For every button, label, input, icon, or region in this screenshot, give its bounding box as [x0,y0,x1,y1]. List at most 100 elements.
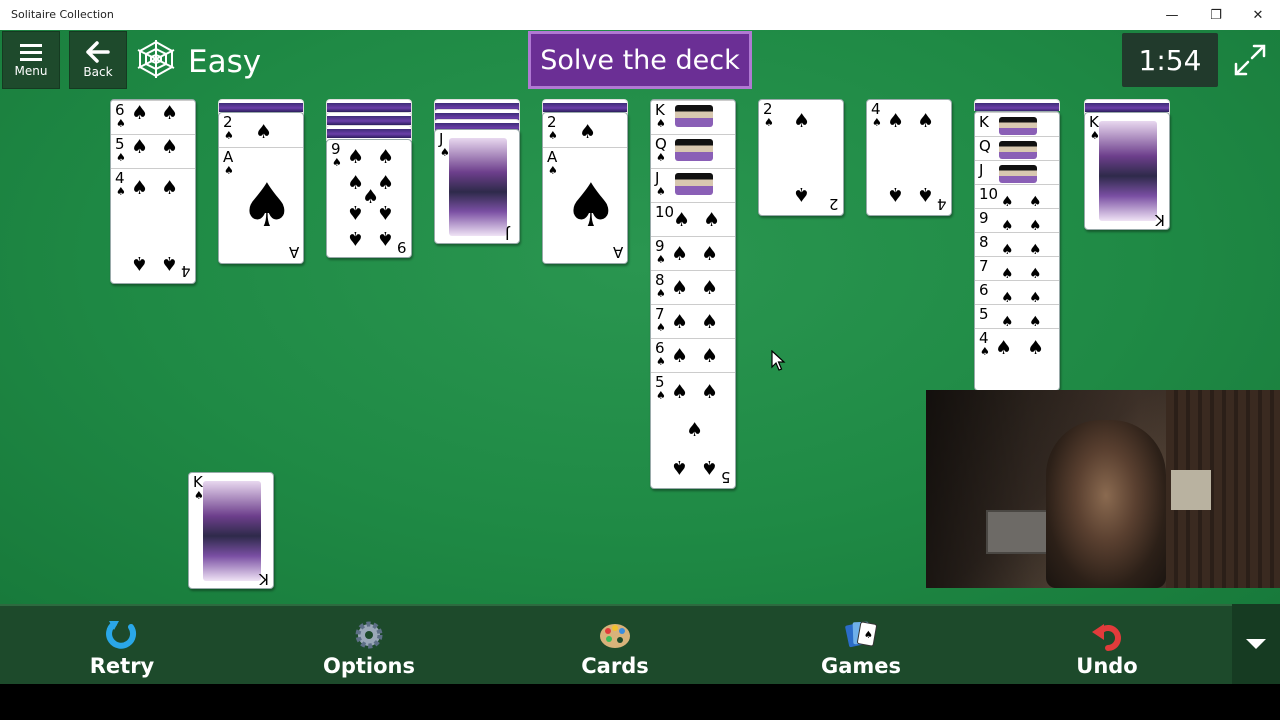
card-2-spades[interactable]: 2 ♠ ♠ ♠ 2 [759,100,843,215]
expand-icon[interactable] [1230,40,1270,80]
card-queen-spades[interactable]: Q ♠ [651,134,735,163]
card-7-spades[interactable]: 7 ♠ ♠ ♠ [651,304,735,333]
card-2-spades[interactable]: 2 ♠ ♠ A ♠ ♠ A [542,112,628,264]
card-rank: Q [979,137,991,155]
spade-pip-icon: ♠ [793,183,811,205]
retry-icon [106,621,136,649]
suit-icon: ♠ [656,321,666,334]
spade-pip-icon: ♠ [347,227,365,249]
tableau-column-1[interactable]: 6 ♠ ♠ ♠ 5 ♠ ♠ ♠ 4 ♠ ♠ ♠ ♠ ♠ 4 [110,99,196,284]
card-rank: 10 [979,185,999,203]
card-rank-inverted: 4 [937,195,947,213]
cards-button[interactable]: Cards [555,606,675,684]
card-rank: 9 [331,140,341,158]
card-4-spades[interactable]: 4 ♠ ♠ ♠ ♠ ♠ 4 [111,168,195,283]
card-rank-inverted: 5 [721,468,731,486]
palette-icon [600,624,630,648]
restore-button[interactable]: ❐ [1194,0,1238,30]
mouse-cursor-icon [771,350,786,371]
back-button[interactable]: Back [69,31,127,89]
options-button[interactable]: Options [309,606,429,684]
card-rank: 9 [655,237,665,255]
card-rank: 4 [115,169,125,187]
bottom-command-bar: Retry Options Cards ♠ Games Undo [0,604,1280,686]
spade-pip-icon: ♠ [131,102,149,124]
card-ace-spades[interactable]: A ♠ ♠ A [543,147,627,263]
cards-icon: ♠ [845,621,877,648]
minimize-button[interactable]: — [1150,0,1194,30]
challenge-banner: Solve the deck [528,31,752,89]
card-king-spades[interactable]: K ♠ [651,100,735,129]
close-button[interactable]: ✕ [1236,0,1280,30]
person [1046,420,1166,588]
card-9-spades[interactable]: 9 ♠ ♠ ♠ ♠ ♠ ♠ ♠ ♠ ♠ ♠ 9 [326,139,412,258]
games-button[interactable]: ♠ Games [801,606,921,684]
card-9-spades[interactable]: 9 ♠ ♠ ♠ [651,236,735,265]
card-9-spades[interactable]: 9 ♠ ♠ [975,208,1059,234]
spider-web-icon [137,40,175,78]
card-8-spades[interactable]: 8 ♠ ♠ [975,232,1059,258]
card-queen-spades[interactable]: Q [975,136,1059,160]
card-jack-spades[interactable]: J [975,160,1059,184]
card-5-spades[interactable]: 5 ♠ ♠ ♠ [111,134,195,163]
card-jack-spades[interactable]: J ♠ J [434,129,520,244]
spade-pip-icon: ♠ [131,252,149,274]
restore-icon: ❐ [1210,7,1222,23]
card-rank-inverted: 9 [397,238,407,256]
card-rank-inverted: J [505,225,510,243]
card-4-spades[interactable]: 4 ♠ ♠ ♠ [975,328,1059,390]
ace-spade-icon: ♠ [564,171,618,241]
card-4-spades[interactable]: 4 ♠ ♠ ♠ ♠ ♠ 4 [867,100,951,215]
card-rank: J [439,130,444,148]
card-king-spades[interactable]: K [975,112,1059,136]
more-button[interactable] [1232,604,1280,684]
card-8-spades[interactable]: 8 ♠ ♠ ♠ [651,270,735,299]
card-6-spades[interactable]: 6 ♠ ♠ [975,280,1059,306]
card-2-spades[interactable]: 2 ♠ ♠ A ♠ ♠ A [218,112,304,264]
card-5-spades[interactable]: 5 ♠ ♠ ♠ ♠ ♠ ♠ 5 [651,372,735,488]
retry-button[interactable]: Retry [62,606,182,684]
spade-pip-icon: ♠ [701,381,719,403]
card-6-spades[interactable]: 6 ♠ ♠ ♠ [111,100,195,129]
card-jack-spades[interactable]: J ♠ [651,168,735,197]
menu-button[interactable]: Menu [2,31,60,89]
undo-button[interactable]: Undo [1047,606,1167,684]
options-label: Options [323,654,415,678]
card-6-spades[interactable]: 6 ♠ ♠ ♠ [651,338,735,367]
card-10-spades[interactable]: 10 ♠ ♠ [975,184,1059,210]
spade-pip-icon: ♠ [671,381,689,403]
card-ace-spades[interactable]: A ♠ ♠ A [219,147,303,263]
spade-pip-icon: ♠ [701,345,719,367]
tableau-column-7[interactable]: 2 ♠ ♠ ♠ 2 [758,99,844,216]
card-run[interactable]: K Q J 10 ♠ ♠ 9 ♠ ♠ 8 ♠ ♠ 7 ♠ ♠ 6 ♠ ♠ 5 ♠… [974,111,1060,391]
suit-icon: ♠ [224,164,234,177]
close-icon: ✕ [1252,7,1264,23]
card-rank: K [193,473,203,491]
spade-pip-icon: ♠ [701,277,719,299]
card-rank-inverted: A [613,243,624,261]
card-king-spades[interactable]: K ♠ K [1084,112,1170,230]
card-rank: K [655,101,665,119]
letterbox-bar [0,684,1280,720]
card-5-spades[interactable]: 5 ♠ ♠ [975,304,1059,330]
completed-foundation-king[interactable]: K ♠ K [188,472,274,589]
card-7-spades[interactable]: 7 ♠ ♠ [975,256,1059,282]
suit-icon: ♠ [656,117,666,130]
card-10-spades[interactable]: 10 ♠ ♠ [651,202,735,230]
back-label: Back [83,65,113,79]
card-rank: 7 [979,257,989,275]
card-rank: 6 [979,281,989,299]
card-rank: 7 [655,305,665,323]
spade-pip-icon: ♠ [377,227,395,249]
suit-icon: ♠ [656,355,666,368]
tableau-column-6[interactable]: K ♠ Q ♠ J ♠ 10 ♠ ♠ 9 ♠ ♠ ♠ 8 ♠ ♠ ♠ 7 ♠ ♠… [650,99,736,489]
tableau-column-8[interactable]: 4 ♠ ♠ ♠ ♠ ♠ 4 [866,99,952,216]
window-ac-unit [986,510,1050,554]
retry-label: Retry [89,654,155,678]
cards-label: Cards [581,654,649,678]
suit-icon: ♠ [656,389,666,402]
card-rank: 6 [115,101,125,119]
card-rank: A [547,148,558,166]
spade-pip-icon: ♠ [161,136,179,158]
arrow-left-icon [86,41,110,63]
